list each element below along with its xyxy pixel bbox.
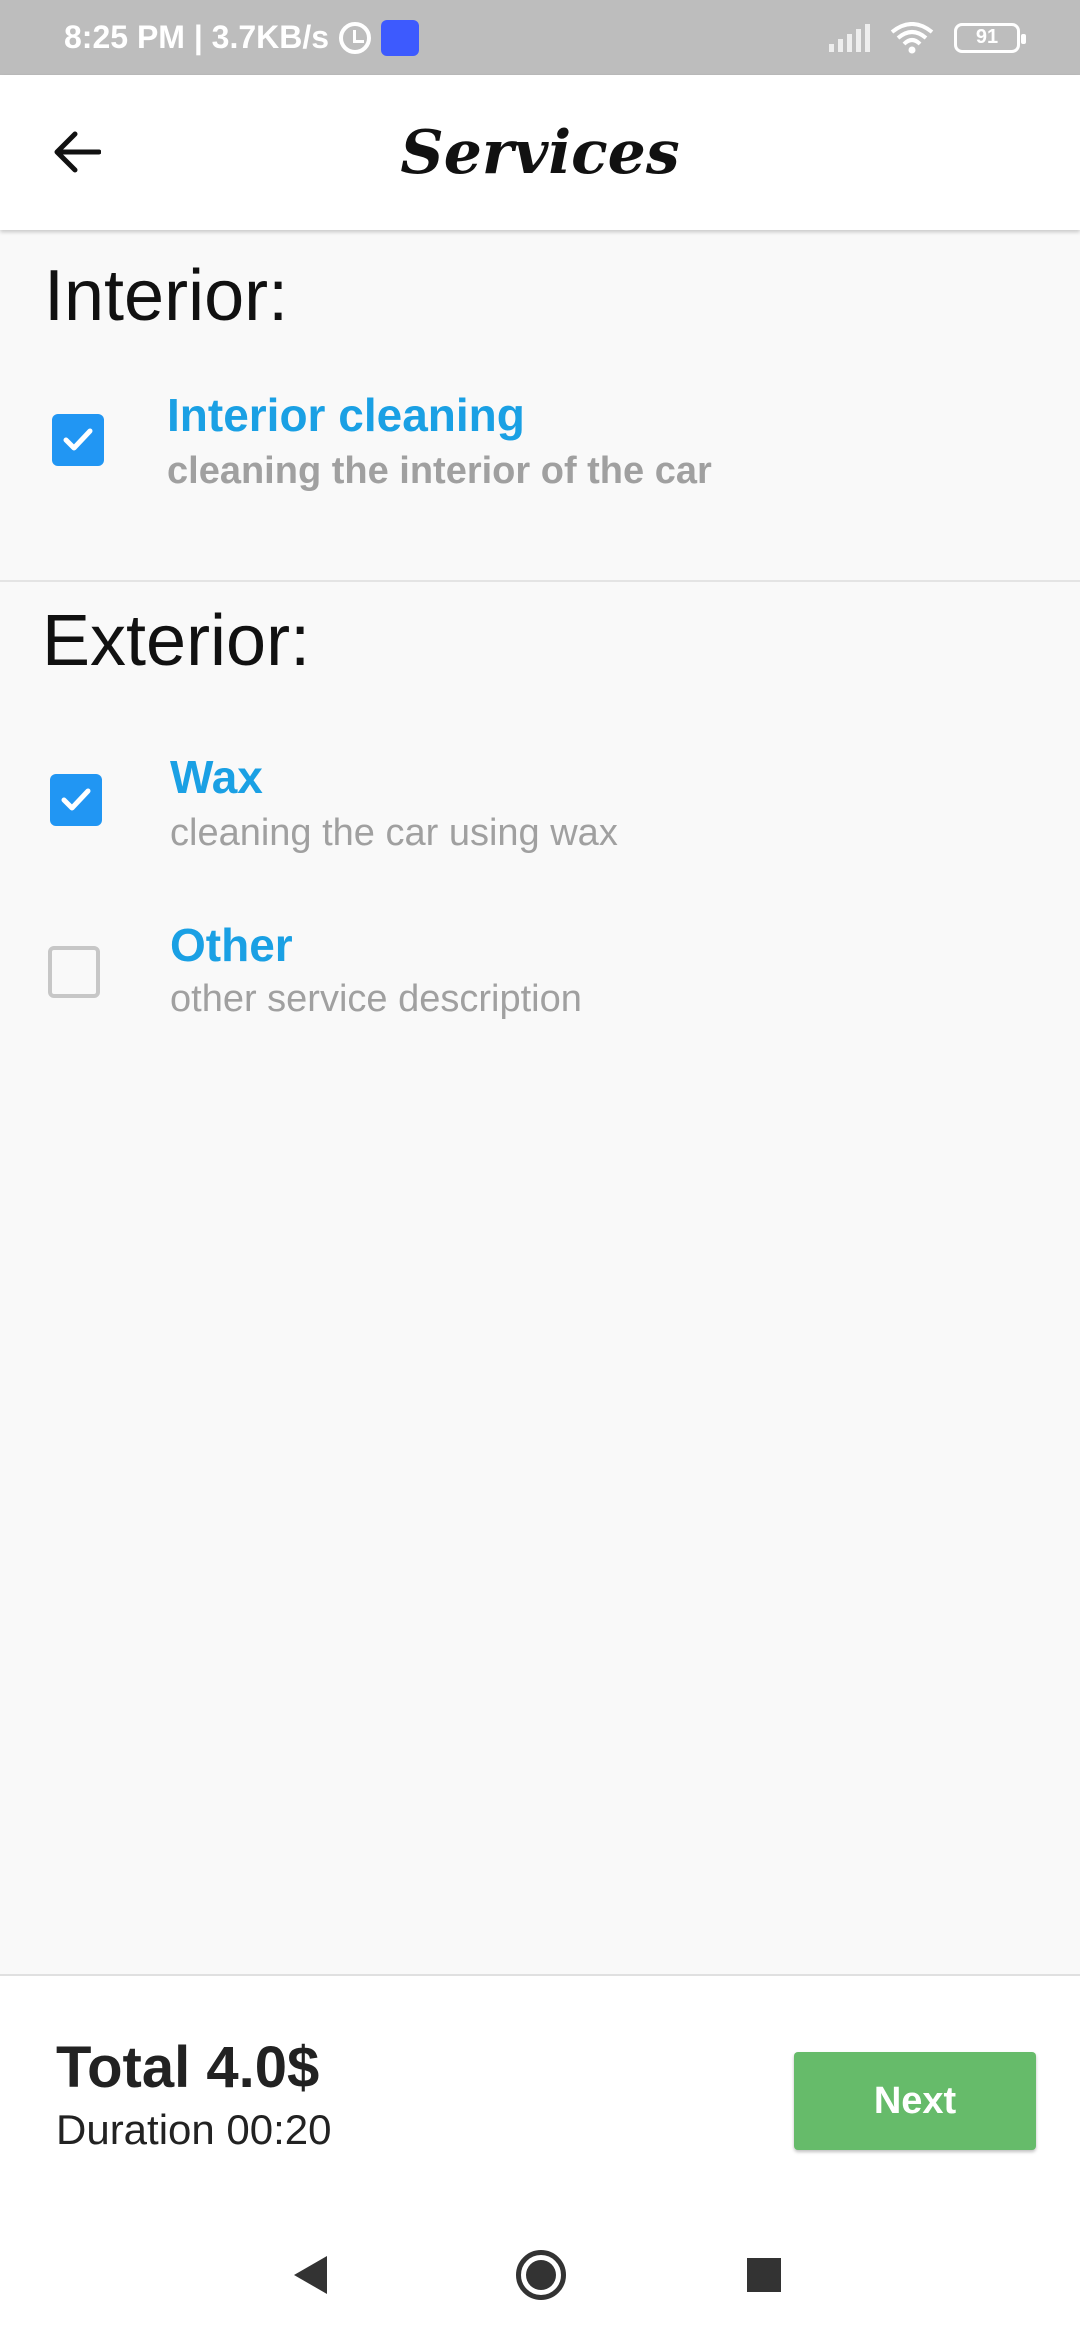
battery-level: 91 [975,26,999,48]
alarm-icon [339,21,372,54]
checkbox-other[interactable] [48,946,100,998]
app-bar: Services [0,75,1080,230]
section-divider [0,580,1080,582]
app-notification-icon [381,19,420,56]
page-title: Services [400,117,680,188]
signal-icon [829,23,870,52]
service-title: Wax [170,751,263,803]
section-title-exterior: Exterior: [42,601,311,681]
service-item-wax[interactable]: Wax cleaning the car using wax [0,740,1080,870]
wifi-icon [890,21,934,53]
arrow-left-icon [54,131,101,173]
service-description: cleaning the interior of the car [167,450,712,492]
service-description: other service description [170,978,582,1020]
service-description: cleaning the car using wax [170,812,618,854]
check-icon [61,788,91,811]
checkbox-interior-cleaning[interactable] [52,414,104,466]
service-title: Other [170,919,293,971]
nav-back-icon[interactable] [294,2256,327,2294]
nav-recents-icon[interactable] [747,2258,781,2292]
check-icon [63,428,93,451]
section-title-interior: Interior: [44,256,289,336]
checkbox-wax[interactable] [50,774,102,826]
total-price: Total 4.0$ [56,2035,320,2100]
summary-panel: Total 4.0$ Duration 00:20 Next [0,1974,1080,2214]
service-item-other[interactable]: Other other service description [0,910,1080,1040]
system-nav-bar [0,2214,1080,2340]
status-left: 8:25 PM | 3.7KB/s [64,19,420,56]
status-time: 8:25 PM | 3.7KB/s [64,19,330,55]
status-right: 91 [829,21,1026,54]
service-title: Interior cleaning [167,389,525,441]
nav-home-icon[interactable] [516,2250,566,2300]
service-item-interior-cleaning[interactable]: Interior cleaning cleaning the interior … [0,380,1080,510]
back-button[interactable] [46,121,108,183]
duration-label: Duration 00:20 [56,2106,332,2153]
battery-icon: 91 [954,22,1026,53]
status-bar: 8:25 PM | 3.7KB/s 91 [0,0,1080,75]
next-button[interactable]: Next [794,2052,1036,2150]
